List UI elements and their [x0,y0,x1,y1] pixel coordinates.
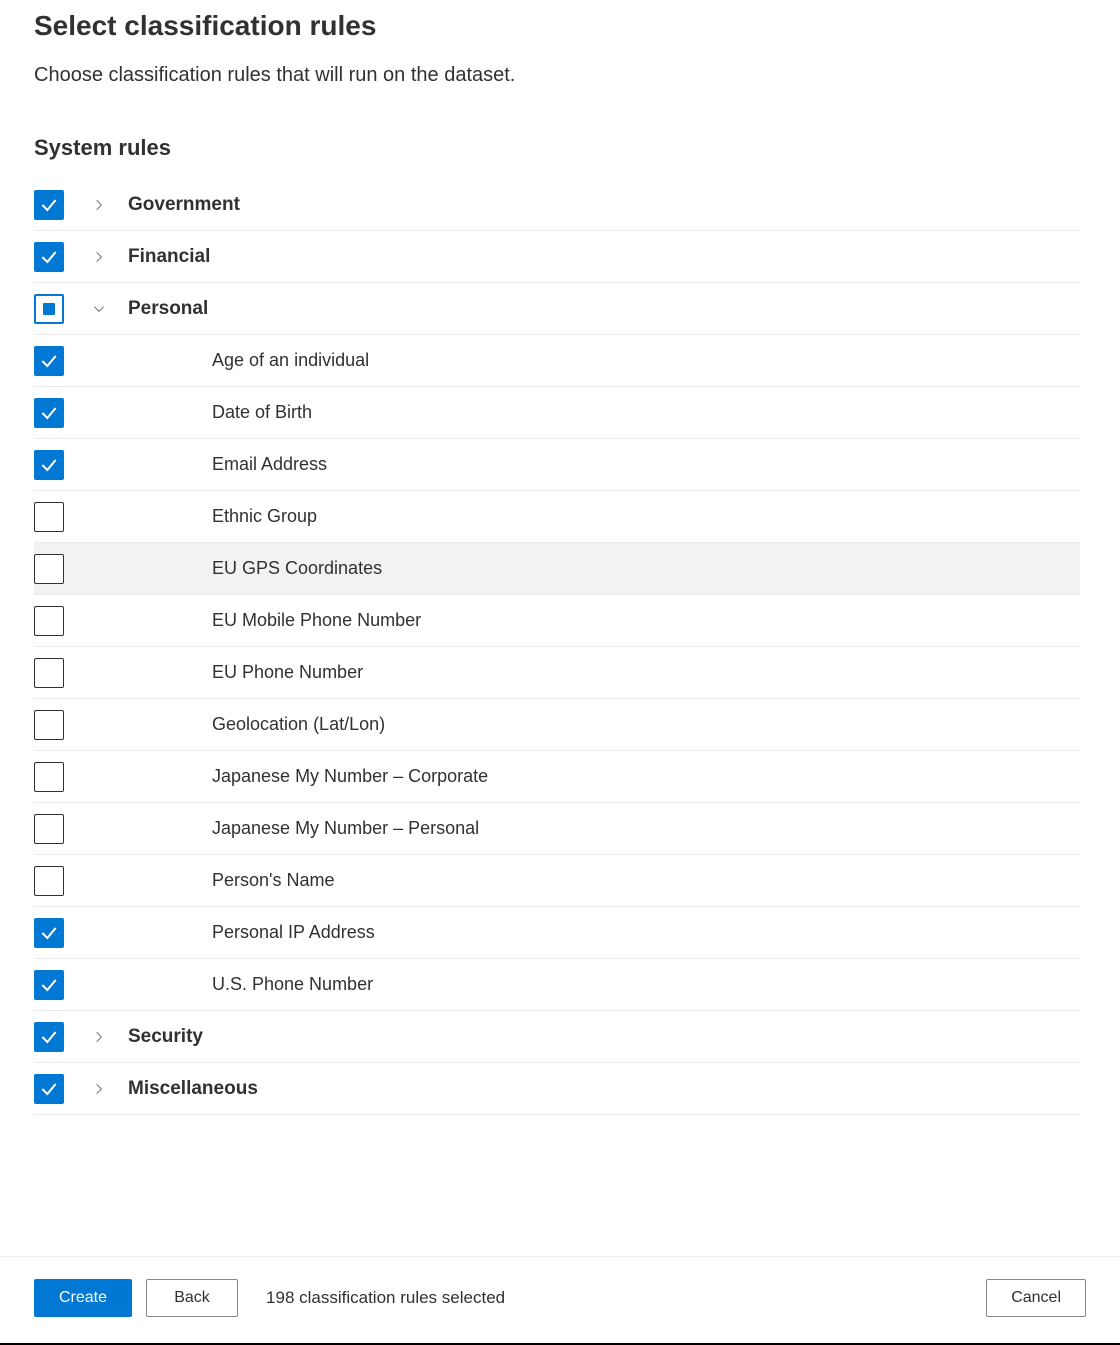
chevron-right-icon[interactable] [88,194,110,216]
rule-row-jp-corp[interactable]: Japanese My Number – Corporate [34,751,1080,803]
rule-label-eu-gps: EU GPS Coordinates [212,558,382,579]
rule-label-pip: Personal IP Address [212,922,375,943]
checkbox-eu-phone[interactable] [34,658,64,688]
create-button[interactable]: Create [34,1279,132,1317]
section-title-system-rules: System rules [34,135,1080,161]
checkbox-personal[interactable] [34,294,64,324]
rule-row-eu-gps[interactable]: EU GPS Coordinates [34,543,1080,595]
checkbox-jp-pers[interactable] [34,814,64,844]
rule-row-ethnic[interactable]: Ethnic Group [34,491,1080,543]
rule-label-dob: Date of Birth [212,402,312,423]
page-subtitle: Choose classification rules that will ru… [34,64,1080,87]
group-row-security[interactable]: Security [34,1011,1080,1063]
rule-row-age[interactable]: Age of an individual [34,335,1080,387]
rule-row-dob[interactable]: Date of Birth [34,387,1080,439]
group-row-miscellaneous[interactable]: Miscellaneous [34,1063,1080,1115]
checkbox-security[interactable] [34,1022,64,1052]
checkbox-government[interactable] [34,190,64,220]
back-button[interactable]: Back [146,1279,238,1317]
rule-label-eu-mob: EU Mobile Phone Number [212,610,421,631]
rule-label-person-name: Person's Name [212,870,334,891]
checkbox-geo[interactable] [34,710,64,740]
rules-tree: Government Financial Personal Age of an ind… [34,179,1080,1115]
checkbox-ethnic[interactable] [34,502,64,532]
group-label-miscellaneous: Miscellaneous [128,1078,258,1100]
rule-row-us-phone[interactable]: U.S. Phone Number [34,959,1080,1011]
checkbox-email[interactable] [34,450,64,480]
rule-row-geo[interactable]: Geolocation (Lat/Lon) [34,699,1080,751]
rule-row-email[interactable]: Email Address [34,439,1080,491]
rule-label-jp-pers: Japanese My Number – Personal [212,818,479,839]
checkbox-person-name[interactable] [34,866,64,896]
checkbox-miscellaneous[interactable] [34,1074,64,1104]
rule-label-age: Age of an individual [212,350,369,371]
page-title: Select classification rules [34,10,1080,42]
group-label-financial: Financial [128,246,210,268]
rule-row-person-name[interactable]: Person's Name [34,855,1080,907]
checkbox-pip[interactable] [34,918,64,948]
checkbox-eu-mob[interactable] [34,606,64,636]
rule-row-pip[interactable]: Personal IP Address [34,907,1080,959]
group-label-personal: Personal [128,298,208,320]
group-row-personal[interactable]: Personal [34,283,1080,335]
rule-label-geo: Geolocation (Lat/Lon) [212,714,385,735]
rule-row-jp-pers[interactable]: Japanese My Number – Personal [34,803,1080,855]
cancel-button[interactable]: Cancel [986,1279,1086,1317]
group-row-government[interactable]: Government [34,179,1080,231]
chevron-down-icon[interactable] [88,298,110,320]
rule-label-eu-phone: EU Phone Number [212,662,363,683]
selection-count-text: 198 classification rules selected [266,1288,505,1308]
checkbox-us-phone[interactable] [34,970,64,1000]
chevron-right-icon[interactable] [88,1078,110,1100]
checkbox-age[interactable] [34,346,64,376]
rule-label-jp-corp: Japanese My Number – Corporate [212,766,488,787]
checkbox-dob[interactable] [34,398,64,428]
rule-row-eu-mob[interactable]: EU Mobile Phone Number [34,595,1080,647]
checkbox-eu-gps[interactable] [34,554,64,584]
chevron-right-icon[interactable] [88,1026,110,1048]
group-label-security: Security [128,1026,203,1048]
rule-label-email: Email Address [212,454,327,475]
rule-row-eu-phone[interactable]: EU Phone Number [34,647,1080,699]
group-row-financial[interactable]: Financial [34,231,1080,283]
rule-label-ethnic: Ethnic Group [212,506,317,527]
rule-label-us-phone: U.S. Phone Number [212,974,373,995]
footer-bar: Create Back 198 classification rules sel… [0,1256,1120,1343]
checkbox-jp-corp[interactable] [34,762,64,792]
checkbox-financial[interactable] [34,242,64,272]
group-label-government: Government [128,194,240,216]
chevron-right-icon[interactable] [88,246,110,268]
